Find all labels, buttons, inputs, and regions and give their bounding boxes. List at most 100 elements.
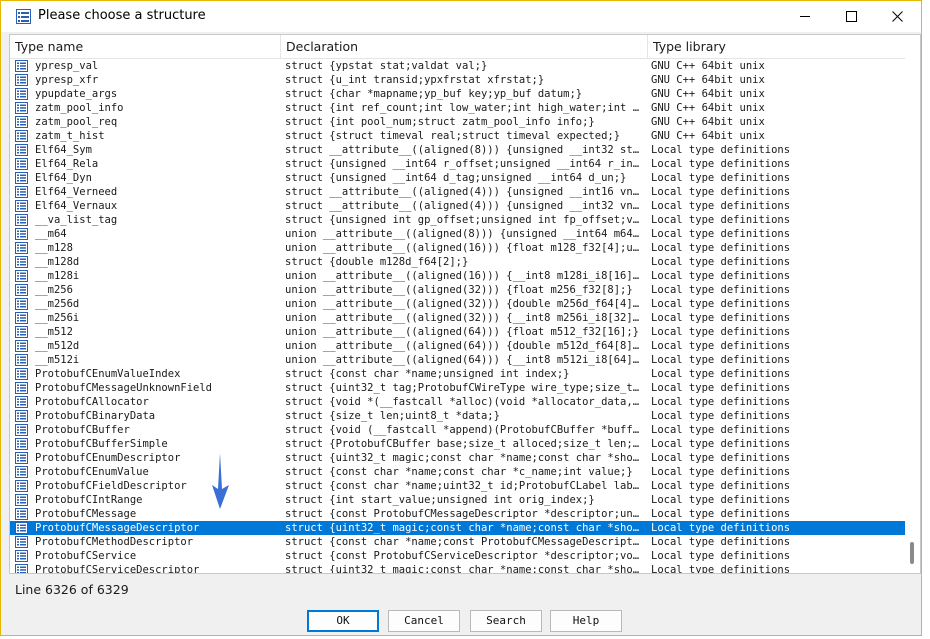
column-header-declaration[interactable]: Declaration (281, 35, 648, 58)
structure-icon (15, 102, 28, 114)
table-row[interactable]: __m256 union __attribute__((aligned(32)))… (10, 283, 905, 297)
table-row[interactable]: __m128 union __attribute__((aligned(16)))… (10, 241, 905, 255)
structure-icon (15, 564, 28, 573)
title-bar[interactable]: Please choose a structure (1, 1, 921, 32)
table-row[interactable]: zatm_t_hist struct {struct timeval real;s… (10, 129, 905, 143)
type-name-cell: ProtobufCMessage (35, 508, 137, 520)
structure-icon (15, 410, 28, 422)
table-row[interactable]: ProtobufCAllocator struct {void *(__fastc… (10, 395, 905, 409)
type-library-cell: GNU C++ 64bit unix (651, 88, 765, 100)
declaration-cell: struct {int pool_num;struct zatm_pool_in… (285, 116, 595, 128)
table-row[interactable]: __m256d union __attribute__((aligned(32))… (10, 297, 905, 311)
table-row[interactable]: ProtobufCServiceDescriptor struct {uint32… (10, 563, 905, 573)
table-row[interactable]: ProtobufCBufferSimple struct {ProtobufCBu… (10, 437, 905, 451)
structure-icon (15, 88, 28, 100)
table-row[interactable]: ProtobufCBuffer struct {void (__fastcall … (10, 423, 905, 437)
help-button[interactable]: Help (550, 610, 622, 632)
table-row[interactable]: Elf64_Dyn struct {unsigned __int64 d_tag;… (10, 171, 905, 185)
declaration-cell: struct {uint32_t tag;ProtobufCWireType w… (285, 382, 645, 394)
type-name-cell: Elf64_Rela (35, 158, 99, 170)
minimize-button[interactable] (783, 1, 829, 32)
type-library-cell: Local type definitions (651, 298, 791, 310)
pointer-arrow-icon (212, 453, 229, 509)
structure-icon (15, 312, 28, 324)
list-header: Type name Declaration Type library (10, 35, 905, 59)
table-row[interactable]: __m128d struct {double m128d_f64[2];} Loca… (10, 255, 905, 269)
type-name-cell: Elf64_Verneed (35, 186, 118, 198)
declaration-cell: struct {void (__fastcall *append)(Protob… (285, 424, 645, 436)
column-header-type-library[interactable]: Type library (648, 35, 905, 58)
cancel-button[interactable]: Cancel (388, 610, 460, 632)
structure-icon (15, 74, 28, 86)
table-row[interactable]: zatm_pool_req struct {int pool_num;struct… (10, 115, 905, 129)
declaration-cell: union __attribute__((aligned(16))) {__in… (285, 270, 645, 282)
scrollbar-thumb[interactable] (910, 542, 914, 564)
table-row[interactable]: __m64 union __attribute__((aligned(8))) {… (10, 227, 905, 241)
declaration-cell: struct {const char *name;const char *c_n… (285, 466, 633, 478)
table-row[interactable]: __m256i union __attribute__((aligned(32))… (10, 311, 905, 325)
table-row[interactable]: zatm_pool_info struct {int ref_count;int … (10, 101, 905, 115)
table-row[interactable]: __m512d union __attribute__((aligned(64))… (10, 339, 905, 353)
table-row[interactable]: __va_list_tag struct {unsigned int gp_off… (10, 213, 905, 227)
table-row[interactable]: ProtobufCMethodDescriptor struct {const c… (10, 535, 905, 549)
structure-list[interactable]: Type name Declaration Type library ypres… (9, 34, 921, 574)
type-name-cell: ProtobufCMessageDescriptor (35, 522, 200, 534)
table-row[interactable]: ProtobufCService struct {const ProtobufCS… (10, 549, 905, 563)
type-library-cell: Local type definitions (651, 536, 791, 548)
type-library-cell: GNU C++ 64bit unix (651, 60, 765, 72)
table-row[interactable]: __m128i union __attribute__((aligned(16))… (10, 269, 905, 283)
type-library-cell: Local type definitions (651, 396, 791, 408)
table-row[interactable]: ProtobufCBinaryData struct {size_t len;ui… (10, 409, 905, 423)
table-row[interactable]: ProtobufCEnumDescriptor struct {uint32_t … (10, 451, 905, 465)
type-name-cell: ProtobufCIntRange (35, 494, 143, 506)
structure-icon (15, 256, 28, 268)
structure-icon (15, 396, 28, 408)
type-name-cell: Elf64_Dyn (35, 172, 92, 184)
declaration-cell: union __attribute__((aligned(64))) {doub… (285, 340, 645, 352)
type-name-cell: zatm_t_hist (35, 130, 105, 142)
table-row[interactable]: ypresp_xfr struct {u_int transid;ypxfrsta… (10, 73, 905, 87)
type-library-cell: Local type definitions (651, 284, 791, 296)
type-library-cell: Local type definitions (651, 480, 791, 492)
type-library-cell: Local type definitions (651, 508, 791, 520)
type-name-cell: __m128 (35, 242, 73, 254)
structure-icon (15, 438, 28, 450)
type-library-cell: Local type definitions (651, 144, 791, 156)
table-row[interactable]: __m512i union __attribute__((aligned(64))… (10, 353, 905, 367)
type-name-cell: __m512 (35, 326, 73, 338)
table-row[interactable]: ypupdate_args struct {char *mapname;yp_bu… (10, 87, 905, 101)
declaration-cell: struct {unsigned __int64 d_tag;unsigned … (285, 172, 627, 184)
table-row[interactable]: ProtobufCEnumValue struct {const char *na… (10, 465, 905, 479)
maximize-button[interactable] (829, 1, 875, 32)
table-row-selected[interactable]: ProtobufCMessageDescriptor struct {uint32… (10, 521, 905, 535)
table-row[interactable]: Elf64_Verneed struct __attribute__((align… (10, 185, 905, 199)
declaration-cell: struct {unsigned int gp_offset;unsigned … (285, 214, 645, 226)
table-row[interactable]: ProtobufCIntRange struct {int start_value… (10, 493, 905, 507)
table-row[interactable]: ypresp_val struct {ypstat stat;valdat val… (10, 59, 905, 73)
table-row[interactable]: __m512 union __attribute__((aligned(64)))… (10, 325, 905, 339)
type-library-cell: Local type definitions (651, 228, 791, 240)
table-row[interactable]: ProtobufCFieldDescriptor struct {const ch… (10, 479, 905, 493)
declaration-cell: union __attribute__((aligned(32))) {doub… (285, 298, 645, 310)
declaration-cell: struct {const ProtobufCServiceDescriptor… (285, 550, 645, 562)
search-button[interactable]: Search (470, 610, 542, 632)
type-name-cell: __m512i (35, 354, 80, 366)
type-library-cell: Local type definitions (651, 256, 791, 268)
ok-button[interactable]: OK (307, 610, 379, 632)
table-row[interactable]: ProtobufCMessageUnknownField struct {uint… (10, 381, 905, 395)
vertical-scrollbar[interactable] (905, 35, 920, 573)
declaration-cell: struct {size_t len;uint8_t *data;} (285, 410, 500, 422)
declaration-cell: struct {const ProtobufCMessageDescriptor… (285, 508, 645, 520)
table-row[interactable]: Elf64_Sym struct __attribute__((aligned(8… (10, 143, 905, 157)
column-header-type-name[interactable]: Type name (10, 35, 281, 58)
structure-icon (15, 144, 28, 156)
table-row[interactable]: Elf64_Rela struct {unsigned __int64 r_off… (10, 157, 905, 171)
table-row[interactable]: Elf64_Vernaux struct __attribute__((align… (10, 199, 905, 213)
close-button[interactable] (875, 1, 921, 32)
table-row[interactable]: ProtobufCMessage struct {const ProtobufCM… (10, 507, 905, 521)
table-row[interactable]: ProtobufCEnumValueIndex struct {const cha… (10, 367, 905, 381)
structure-icon (15, 186, 28, 198)
type-library-cell: Local type definitions (651, 340, 791, 352)
type-name-cell: ProtobufCBufferSimple (35, 438, 168, 450)
structure-icon (15, 424, 28, 436)
